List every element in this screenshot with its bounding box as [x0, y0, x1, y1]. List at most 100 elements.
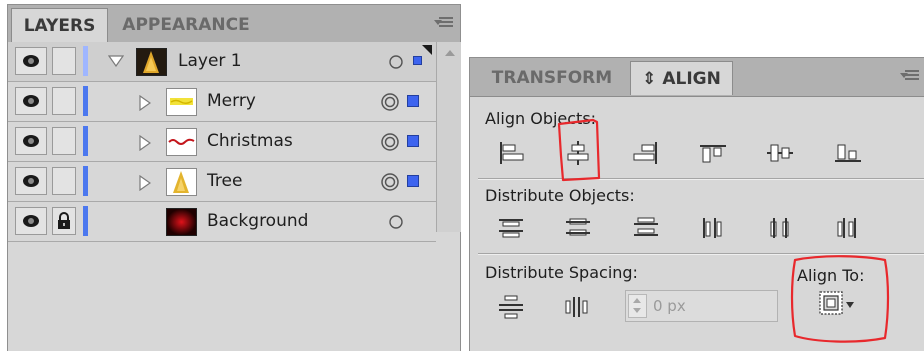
align-tab-bar: TRANSFORM ⇕ ALIGN [470, 58, 924, 97]
horizontal-align-left-icon [500, 142, 524, 164]
tab-align-label: ALIGN [662, 69, 721, 89]
vertical-align-center-icon [767, 144, 793, 162]
disclosure-collapsed-icon[interactable] [139, 95, 151, 111]
visibility-toggle[interactable] [15, 127, 47, 155]
selection-indicator [407, 135, 419, 147]
target-circle-icon[interactable] [388, 214, 404, 230]
eye-icon [23, 175, 39, 187]
vertical-distribute-top-icon [499, 219, 523, 238]
visibility-toggle[interactable] [15, 87, 47, 115]
lock-toggle[interactable] [52, 87, 76, 115]
horizontal-distribute-space-button[interactable] [563, 294, 593, 320]
layer-color-bar [83, 126, 88, 156]
horizontal-align-center-icon [567, 141, 589, 165]
lock-toggle[interactable] [52, 207, 76, 235]
target-double-circle-icon[interactable] [380, 132, 400, 152]
lock-icon [58, 212, 70, 229]
lock-toggle[interactable] [52, 47, 76, 75]
eye-icon [23, 55, 39, 67]
layers-scrollbar[interactable] [436, 42, 461, 232]
vertical-distribute-space-button[interactable] [496, 294, 526, 320]
target-double-circle-icon[interactable] [380, 92, 400, 112]
layer-row-merry[interactable]: Merry [8, 82, 436, 122]
align-to-dropdown[interactable] [818, 290, 858, 318]
spacing-stepper[interactable] [628, 294, 647, 318]
spacing-input[interactable] [653, 295, 763, 317]
layer-name[interactable]: Layer 1 [178, 51, 242, 71]
lock-toggle[interactable] [52, 127, 76, 155]
horizontal-distribute-center-button[interactable] [765, 215, 795, 241]
eye-icon [23, 215, 39, 227]
horizontal-align-right-button[interactable] [631, 140, 661, 166]
scroll-up-arrow-icon[interactable] [445, 50, 455, 56]
align-panel: TRANSFORM ⇕ ALIGN Align Objects: Distrib… [469, 57, 924, 351]
vertical-align-top-button[interactable] [698, 140, 728, 166]
layer-row-christmas[interactable]: Christmas [8, 122, 436, 162]
vertical-align-bottom-icon [835, 144, 861, 162]
horizontal-align-right-icon [633, 142, 657, 164]
selection-indicator [407, 95, 419, 107]
panel-menu-icon[interactable] [900, 68, 920, 84]
horizontal-align-left-button[interactable] [496, 140, 526, 166]
layer-name[interactable]: Merry [207, 91, 256, 111]
background-thumbnail [166, 208, 197, 236]
tab-align[interactable]: ⇕ ALIGN [630, 61, 733, 95]
layer-row-tree[interactable]: Tree [8, 162, 436, 202]
align-to-label: Align To: [797, 266, 865, 285]
tree-thumbnail [136, 48, 167, 76]
spacing-field[interactable] [625, 290, 778, 322]
merry-thumbnail [166, 88, 197, 116]
christmas-thumbnail [166, 128, 197, 156]
layer-color-bar [83, 206, 88, 236]
horizontal-distribute-center-icon [770, 218, 789, 238]
tab-expand-arrows-icon: ⇕ [642, 69, 657, 89]
distribute-spacing-label: Distribute Spacing: [485, 263, 638, 282]
layer-name[interactable]: Tree [207, 171, 242, 191]
horizontal-align-center-button[interactable] [563, 140, 593, 166]
target-circle-icon[interactable] [388, 54, 404, 70]
horizontal-distribute-right-icon [837, 218, 856, 238]
vertical-align-top-icon [700, 145, 726, 163]
tab-appearance[interactable]: APPEARANCE [112, 8, 260, 42]
section-divider [478, 253, 924, 255]
vertical-distribute-bottom-icon [634, 217, 658, 236]
lock-toggle[interactable] [52, 167, 76, 195]
distribute-objects-label: Distribute Objects: [485, 186, 635, 205]
target-double-circle-icon[interactable] [380, 172, 400, 192]
panel-menu-icon[interactable] [434, 15, 454, 31]
horizontal-distribute-left-button[interactable] [698, 215, 728, 241]
tree-thumbnail [166, 168, 197, 196]
visibility-toggle[interactable] [15, 207, 47, 235]
disclosure-collapsed-icon[interactable] [139, 175, 151, 191]
vertical-distribute-top-button[interactable] [496, 215, 526, 241]
vertical-distribute-center-button[interactable] [563, 215, 593, 241]
align-objects-label: Align Objects: [485, 109, 597, 128]
tab-transform[interactable]: TRANSFORM [477, 61, 627, 95]
layers-empty-area [8, 243, 460, 351]
layers-tab-bar: LAYERS APPEARANCE [8, 5, 460, 43]
vertical-align-bottom-button[interactable] [833, 140, 863, 166]
eye-icon [23, 95, 39, 107]
layers-panel: LAYERS APPEARANCE Layer 1 Merry Christma… [7, 4, 461, 351]
layer-row-layer-1[interactable]: Layer 1 [8, 42, 436, 82]
layer-name[interactable]: Christmas [207, 131, 293, 151]
disclosure-collapsed-icon[interactable] [139, 135, 151, 151]
vertical-distribute-bottom-button[interactable] [631, 215, 661, 241]
horizontal-distribute-left-icon [703, 218, 722, 238]
tab-layers[interactable]: LAYERS [11, 8, 108, 42]
layer-color-bar [83, 46, 88, 76]
vertical-align-center-button[interactable] [765, 140, 795, 166]
layer-name[interactable]: Background [207, 211, 308, 231]
eye-icon [23, 135, 39, 147]
layer-row-background[interactable]: Background [8, 202, 436, 242]
selection-indicator [407, 175, 419, 187]
layer-color-bar [83, 166, 88, 196]
align-to-selection-icon [819, 291, 854, 315]
horizontal-distribute-right-button[interactable] [833, 215, 863, 241]
selection-indicator [413, 56, 422, 65]
visibility-toggle[interactable] [15, 47, 47, 75]
selection-corner-icon [422, 45, 432, 55]
visibility-toggle[interactable] [15, 167, 47, 195]
vertical-distribute-center-icon [566, 218, 590, 236]
disclosure-expanded-icon[interactable] [108, 55, 124, 67]
